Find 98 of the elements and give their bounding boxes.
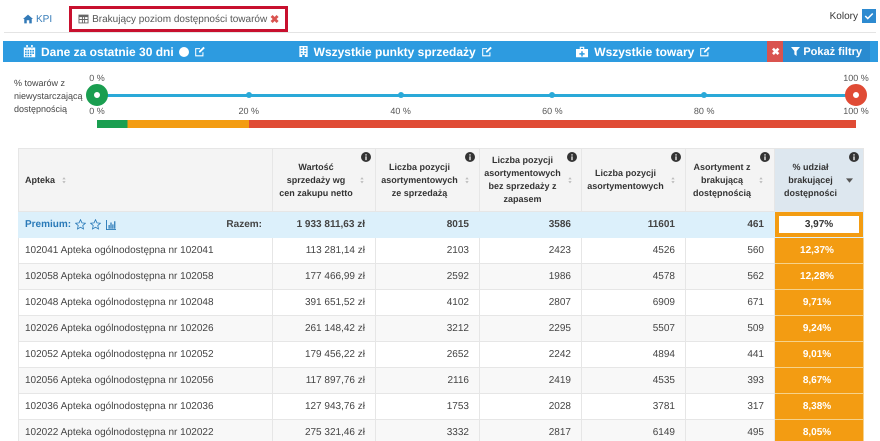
header-label: % udział brakującej dostępności bbox=[782, 160, 838, 200]
percent-cell: 12,37% bbox=[774, 238, 864, 264]
table-cell: 3586 bbox=[480, 212, 582, 238]
funnel-icon bbox=[791, 47, 800, 56]
sort-down-icon bbox=[846, 178, 853, 182]
tick-dot bbox=[246, 92, 252, 98]
table-cell: 6149 bbox=[582, 420, 686, 441]
column-header[interactable]: Apteka bbox=[18, 148, 272, 212]
tick-label: 60 % bbox=[542, 106, 563, 116]
premium-label: Premium: bbox=[25, 219, 72, 230]
tab[interactable]: Brakujący poziom dostępności towarów ✖ bbox=[69, 6, 288, 32]
table-cell: 562 bbox=[686, 264, 774, 290]
show-filters-button[interactable]: Pokaż filtry bbox=[783, 41, 870, 62]
table-cell: 102026 Apteka ogólnodostępna nr 102026 bbox=[18, 316, 272, 342]
header-label: Liczba pozycji asortymentowych bbox=[587, 167, 664, 193]
table-cell: 4535 bbox=[582, 368, 686, 394]
table-cell: 11601 bbox=[582, 212, 686, 238]
column-header[interactable]: Wartość sprzedaży wg cen zakupu netto bbox=[272, 148, 376, 212]
percent-cell: 8,05% bbox=[774, 420, 864, 441]
column-header[interactable]: % udział brakującej dostępności bbox=[774, 148, 864, 212]
tick-label: 40 % bbox=[390, 106, 411, 116]
star-icon[interactable] bbox=[90, 219, 102, 230]
table-cell: 102022 Apteka ogólnodostępna nr 102022 bbox=[18, 420, 272, 441]
star-icon[interactable] bbox=[75, 219, 86, 230]
header-label: Liczba pozycji asortymentowych ze sprzedażą bbox=[381, 160, 458, 200]
column-header[interactable]: Asortyment z brakującą dostępnością bbox=[686, 148, 774, 212]
percent-cell: 9,24% bbox=[774, 316, 864, 342]
tick-dot bbox=[549, 92, 556, 98]
tick-label: 80 % bbox=[694, 106, 714, 116]
table-cell: 117 897,76 zł bbox=[272, 368, 376, 394]
tick-label: 100 % bbox=[843, 106, 869, 116]
header-label: Asortyment z brakującą dostępnością bbox=[692, 160, 752, 200]
table-cell: 102056 Apteka ogólnodostępna nr 102056 bbox=[18, 368, 272, 394]
header-label: Liczba pozycji asortymentowych bez sprzedaży z zapasem bbox=[484, 154, 561, 206]
table-cell: 393 bbox=[686, 368, 774, 394]
tab[interactable]: KPI bbox=[14, 6, 62, 32]
table-cell: 2592 bbox=[376, 264, 480, 290]
column-header[interactable]: Liczba pozycji asortymentowych bez sprzedaży z zapasem bbox=[480, 148, 582, 212]
table-cell: 1986 bbox=[480, 264, 582, 290]
sort-icon bbox=[758, 176, 764, 184]
edit-icon bbox=[194, 46, 206, 57]
slider-handle[interactable] bbox=[845, 84, 867, 106]
header-label: Wartość sprzedaży wg cen zakupu netto bbox=[279, 160, 353, 200]
table-cell: 3332 bbox=[376, 420, 480, 441]
colors-checkbox[interactable] bbox=[862, 9, 876, 23]
percent-cell: 12,28% bbox=[774, 264, 864, 290]
table-cell: 2116 bbox=[376, 368, 480, 394]
tick-dot bbox=[701, 92, 708, 98]
table-cell: 4578 bbox=[582, 264, 686, 290]
table-cell: 1 933 811,63 zł bbox=[272, 212, 376, 238]
check-icon bbox=[864, 11, 874, 21]
total-percent: 3,97% bbox=[779, 216, 859, 233]
percent-cell: 9,01% bbox=[774, 342, 864, 368]
sort-icon bbox=[566, 176, 573, 184]
column-header[interactable]: Liczba pozycji asortymentowych ze sprzedażą bbox=[376, 148, 480, 212]
calendar-icon bbox=[23, 45, 36, 58]
column-header[interactable]: Liczba pozycji asortymentowych bbox=[582, 148, 686, 212]
range-label: % towarów z niewystarczającą dostępnością bbox=[13, 77, 84, 116]
table-icon bbox=[78, 14, 90, 24]
sort-icon bbox=[61, 176, 68, 184]
tick-dot bbox=[398, 92, 404, 98]
tab-label: Brakujący poziom dostępności towarów bbox=[92, 14, 268, 24]
sort-icon bbox=[464, 176, 470, 184]
building-icon bbox=[298, 45, 309, 58]
table-cell: 3212 bbox=[376, 316, 480, 342]
colors-label: Kolory bbox=[830, 10, 858, 22]
tab-label: KPI bbox=[36, 14, 52, 24]
table-cell: 461 bbox=[686, 212, 774, 238]
table-cell: 495 bbox=[686, 420, 774, 441]
edit-icon bbox=[480, 46, 493, 57]
table-cell: 5507 bbox=[582, 316, 686, 342]
bar-chart-icon bbox=[105, 220, 118, 230]
edit-icon bbox=[699, 46, 712, 57]
table-cell: 2419 bbox=[480, 368, 582, 394]
medkit-icon bbox=[575, 46, 590, 58]
percent-cell: 8,38% bbox=[774, 394, 864, 420]
total-label: Razem: bbox=[226, 219, 262, 230]
percent-cell: 9,71% bbox=[774, 290, 864, 316]
table-cell: 8015 bbox=[376, 212, 480, 238]
table-cell: 177 466,99 zł bbox=[272, 264, 376, 290]
close-icon[interactable]: ✖ bbox=[270, 12, 280, 26]
table-cell: 2295 bbox=[480, 316, 582, 342]
table-cell: 509 bbox=[686, 316, 774, 342]
sort-icon bbox=[670, 176, 676, 184]
table-cell: 261 148,42 zł bbox=[272, 316, 376, 342]
table-cell: 102058 Apteka ogólnodostępna nr 102058 bbox=[18, 264, 272, 290]
handle-value: 100 % bbox=[843, 73, 869, 83]
table-cell: 2817 bbox=[480, 420, 582, 441]
table-cell: 275 321,46 zł bbox=[272, 420, 376, 441]
tick-label: 0 % bbox=[89, 106, 105, 116]
handle-value: 0 % bbox=[89, 73, 105, 83]
header-label: Apteka bbox=[25, 174, 56, 186]
tick-label: 20 % bbox=[238, 106, 260, 116]
home-icon bbox=[23, 14, 33, 24]
clear-filters-button[interactable]: ✖ bbox=[767, 41, 784, 62]
sort-icon bbox=[359, 176, 365, 184]
slider-handle[interactable] bbox=[86, 84, 108, 106]
percent-cell: 8,67% bbox=[774, 368, 864, 394]
